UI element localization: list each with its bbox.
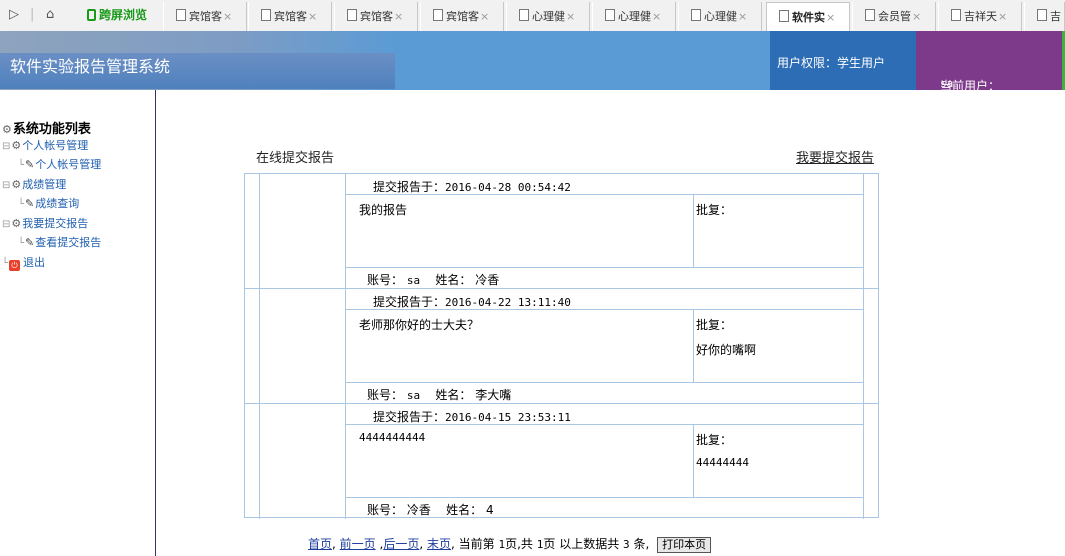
document-icon (951, 9, 961, 21)
close-tab-icon[interactable]: × (826, 11, 835, 24)
browser-tab[interactable]: 吉 (1024, 2, 1065, 31)
close-tab-icon[interactable]: × (738, 10, 747, 23)
gear-icon: ⚙ (2, 123, 12, 136)
browser-tab[interactable]: 吉祥天× (938, 2, 1022, 31)
app-header: 软件实验报告管理系统 用户权限：学生用户 当前用户： sa (0, 31, 1065, 93)
report-entry: 提交报告于：2016-04-15 23:53:11 4444444444 批复：… (245, 404, 878, 519)
submit-report-link[interactable]: 我要提交报告 (796, 147, 874, 166)
document-icon (176, 9, 186, 21)
browser-tab[interactable]: 会员管× (852, 2, 936, 31)
browser-tab-bar: ▷ | ⌂ 跨屏浏览 宾馆客× 宾馆客× 宾馆客× 宾馆客× 心理健× 心理健×… (0, 0, 1065, 32)
pencil-icon: ✎ (25, 236, 35, 249)
close-tab-icon[interactable]: × (394, 10, 403, 23)
close-tab-icon[interactable]: × (308, 10, 317, 23)
sidebar-toggle-icon[interactable]: ▷ (9, 7, 19, 22)
pencil-icon: ✎ (25, 197, 35, 210)
print-page-button[interactable]: 打印本页 (657, 537, 712, 553)
browser-tab[interactable]: 宾馆客× (334, 2, 418, 31)
sidebar: ⚙系统功能列表 ⊟⚙个人帐号管理 └✎个人帐号管理 ⊟⚙成绩管理 └✎成绩查询 … (0, 90, 156, 556)
reply-label: 批复： (696, 318, 733, 332)
sidebar-item-grades[interactable]: ⊟⚙成绩管理 (2, 176, 66, 192)
gear-icon: ⚙ (11, 178, 22, 191)
report-meta: 账号： sa 姓名： 李大嘴 (367, 388, 512, 402)
browser-tab[interactable]: 心理健× (506, 2, 590, 31)
reply-text: 44444444 (696, 456, 749, 469)
document-icon (691, 9, 701, 21)
permission-text: 用户权限：学生用户 (777, 56, 886, 70)
submit-time: 提交报告于：2016-04-15 23:53:11 (373, 410, 571, 424)
home-icon[interactable]: ⌂ (46, 7, 54, 22)
first-page-link[interactable]: 首页 (308, 537, 332, 551)
browser-tab[interactable]: 心理健× (592, 2, 676, 31)
close-tab-icon[interactable]: × (652, 10, 661, 23)
pencil-icon: ✎ (25, 158, 35, 171)
submit-time: 提交报告于：2016-04-28 00:54:42 (373, 180, 571, 194)
report-table: 提交报告于：2016-04-28 00:54:42 我的报告 批复： 账号： s… (244, 173, 879, 519)
browser-tab[interactable]: 宾馆客× (420, 2, 504, 31)
gear-icon: ⚙ (11, 217, 22, 230)
current-user-box: 当前用户： sa (916, 31, 1062, 93)
report-content: 老师那你好的士大夫？ (359, 318, 480, 332)
sidebar-root: ⚙系统功能列表 (2, 122, 91, 137)
cross-screen-browse-button[interactable]: 跨屏浏览 (83, 5, 151, 25)
document-icon (865, 9, 875, 21)
close-tab-icon[interactable]: × (998, 10, 1007, 23)
browser-tab[interactable]: 宾馆客× (248, 2, 332, 31)
exit-icon: ⏻ (9, 260, 21, 271)
pagination: 首页, 前一页 ,后一页, 末页, 当前第 1页,共 1页 以上数据共 3 条,… (308, 535, 712, 553)
close-tab-icon[interactable]: × (223, 10, 232, 23)
document-icon (433, 9, 443, 21)
next-page-link[interactable]: 后一页 (383, 537, 419, 551)
report-entry: 提交报告于：2016-04-28 00:54:42 我的报告 批复： 账号： s… (245, 174, 878, 289)
sidebar-item-logout[interactable]: └ ⏻ 退出 (2, 254, 45, 271)
document-icon (261, 9, 271, 21)
reply-text: 好你的嘴啊 (696, 343, 757, 357)
browser-tab[interactable]: 心理健× (678, 2, 762, 31)
sidebar-item-submit-report[interactable]: ⊟⚙我要提交报告 (2, 215, 88, 231)
close-tab-icon[interactable]: × (566, 10, 575, 23)
submit-time: 提交报告于：2016-04-22 13:11:40 (373, 295, 571, 309)
sidebar-item-account-manage[interactable]: └✎个人帐号管理 (18, 156, 101, 172)
page-heading: 在线提交报告 (256, 151, 335, 166)
document-icon (779, 10, 789, 22)
document-icon (347, 9, 357, 21)
report-content: 我的报告 (359, 203, 408, 217)
document-icon (605, 9, 615, 21)
report-content: 4444444444 (359, 431, 426, 444)
app-title: 软件实验报告管理系统 (10, 57, 171, 76)
phone-icon (87, 9, 96, 21)
close-tab-icon[interactable]: × (480, 10, 489, 23)
prev-page-link[interactable]: 前一页 (340, 537, 376, 551)
last-page-link[interactable]: 末页 (427, 537, 451, 551)
document-icon (519, 9, 529, 21)
sidebar-item-account[interactable]: ⊟⚙个人帐号管理 (2, 137, 88, 153)
browser-tab[interactable]: 宾馆客× (163, 2, 247, 31)
report-meta: 账号： 冷香 姓名： 4 (367, 503, 494, 517)
permission-box: 用户权限：学生用户 (770, 31, 916, 90)
divider: | (30, 7, 35, 22)
document-icon (1037, 9, 1047, 21)
browser-tab-active[interactable]: 软件实× (766, 2, 850, 32)
reply-label: 批复： (696, 203, 733, 217)
sidebar-item-grade-query[interactable]: └✎成绩查询 (18, 195, 79, 211)
report-meta: 账号： sa 姓名： 冷香 (367, 273, 500, 287)
report-entry: 提交报告于：2016-04-22 13:11:40 老师那你好的士大夫？ 批复：… (245, 289, 878, 404)
close-tab-icon[interactable]: × (912, 10, 921, 23)
reply-label: 批复： (696, 433, 733, 447)
gear-icon: ⚙ (11, 139, 22, 152)
current-user-name: sa (940, 77, 954, 90)
sidebar-item-view-reports[interactable]: └✎查看提交报告 (18, 234, 101, 250)
